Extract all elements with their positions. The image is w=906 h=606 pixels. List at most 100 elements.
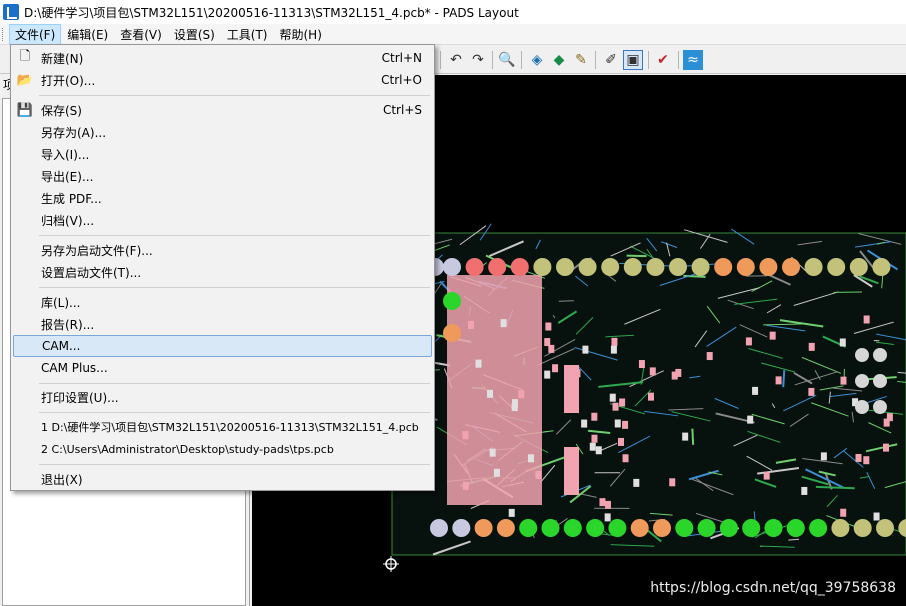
smd-pad [671, 371, 678, 380]
connector-pad [831, 519, 850, 537]
menu-item-generate-pdf[interactable]: 生成 PDF... [13, 187, 432, 209]
menu-item-new[interactable]: 🗋 新建(N) Ctrl+N [13, 47, 432, 69]
menu-item-recent-file-2[interactable]: 2 C:\Users\Administrator\Desktop\study-p… [13, 438, 432, 460]
menu-item-label: 打印设置(U)... [41, 390, 119, 405]
menu-separator [39, 464, 430, 465]
menu-item-report[interactable]: 报告(R)... [13, 313, 432, 335]
menu-setup[interactable]: 设置(S) [168, 24, 221, 45]
smd-pad [552, 364, 559, 373]
undo-icon[interactable]: ↶ [446, 50, 466, 70]
redo-icon[interactable]: ↷ [468, 50, 488, 70]
connector-pad [653, 519, 671, 537]
connector-pad [519, 519, 538, 537]
smd-pad [545, 322, 552, 331]
menu-item-import[interactable]: 导入(I)... [13, 143, 432, 165]
menu-separator [39, 235, 430, 236]
menu-item-open[interactable]: 📂 打开(O)... Ctrl+O [13, 69, 432, 91]
menu-item-shortcut: Ctrl+S [382, 103, 422, 117]
menu-item-label: 打开(O)... [41, 73, 96, 88]
open-folder-icon: 📂 [16, 72, 34, 88]
smd-pad [611, 337, 618, 346]
menu-item-label: 保存(S) [41, 103, 82, 118]
menubar-grip [2, 27, 5, 41]
menu-item-cam[interactable]: CAM... [13, 335, 432, 357]
connector-pad [465, 258, 484, 276]
menu-item-save-as-startup[interactable]: 另存为启动文件(F)... [13, 239, 432, 261]
connector-pad [586, 519, 605, 537]
menu-separator [39, 95, 430, 96]
menu-file[interactable]: 文件(F) [9, 23, 62, 45]
smd-pad [769, 331, 776, 340]
smd-pad [622, 420, 629, 429]
menu-item-label: 库(L)... [41, 295, 81, 310]
smd-pad [468, 320, 475, 329]
menu-item-library[interactable]: 库(L)... [13, 291, 432, 313]
menu-help[interactable]: 帮助(H) [274, 24, 328, 45]
pcb-trace [815, 485, 855, 490]
smd-pad [682, 432, 689, 441]
menu-item-export[interactable]: 导出(E)... [13, 165, 432, 187]
smd-pad [535, 470, 542, 479]
window-title: D:\硬件学习\项目包\STM32L151\20200516-11313\STM… [24, 5, 519, 20]
smd-pad [548, 344, 555, 353]
pcb-trace [691, 428, 695, 445]
menu-item-cam-plus[interactable]: CAM Plus... [13, 357, 432, 379]
smd-pad [544, 338, 551, 347]
smd-pad [840, 376, 847, 385]
smd-pad [527, 454, 534, 463]
select-icon[interactable]: ◈ [527, 50, 547, 70]
menu-edit[interactable]: 编辑(E) [61, 24, 114, 45]
via-pad [873, 374, 887, 388]
select-alt-icon[interactable]: ◆ [549, 50, 569, 70]
smd-pad [508, 508, 515, 517]
connector-pad [764, 519, 783, 537]
smd-pad [820, 452, 827, 461]
smd-pad [493, 468, 500, 477]
toolbar-separator [521, 51, 522, 69]
menu-item-save[interactable]: 💾 保存(S) Ctrl+S [13, 99, 432, 121]
menu-item-archive[interactable]: 归档(V)... [13, 209, 432, 231]
smd-pad [500, 319, 507, 328]
smd-pad [610, 345, 617, 354]
smd-pad [808, 342, 815, 351]
smd-pad [752, 386, 759, 395]
view-icon[interactable]: ▣ [623, 50, 643, 70]
smd-pad [619, 398, 626, 407]
smd-pad [591, 434, 598, 443]
connector-pad [669, 258, 687, 276]
smd-pad [589, 442, 596, 451]
toolbar-separator [648, 51, 649, 69]
connector-pad [827, 258, 846, 276]
smd-pad [808, 387, 815, 396]
menu-item-recent-file-1[interactable]: 1 D:\硬件学习\项目包\STM32L151\20200516-11313\S… [13, 416, 432, 438]
pcb-trace [782, 370, 786, 388]
menu-bar: 文件(F) 编辑(E) 查看(V) 设置(S) 工具(T) 帮助(H) [0, 23, 906, 45]
smd-pad [873, 512, 880, 521]
menu-item-set-startup[interactable]: 设置启动文件(T)... [13, 261, 432, 283]
connector-pad [630, 519, 649, 537]
menu-item-print-setup[interactable]: 打印设置(U)... [13, 386, 432, 408]
menu-item-label: 新建(N) [41, 51, 84, 66]
via-pad [873, 348, 887, 362]
connector-pad [714, 258, 733, 276]
menu-item-save-as[interactable]: 另存为(A)... [13, 121, 432, 143]
smd-pad [462, 431, 469, 440]
smd-pad [886, 413, 893, 422]
menu-item-exit[interactable]: 退出(X) [13, 468, 432, 490]
menu-tools[interactable]: 工具(T) [221, 24, 274, 45]
brush-icon[interactable]: ✎ [571, 50, 591, 70]
smd-pad [591, 412, 598, 421]
route-icon[interactable]: ≈ [683, 50, 703, 70]
smd-pad [599, 498, 606, 507]
connector-pad [782, 258, 800, 276]
connector-pad [510, 258, 529, 276]
smd-pad [840, 508, 847, 517]
menu-item-label: 生成 PDF... [41, 191, 102, 206]
edit-icon[interactable]: ✐ [601, 50, 621, 70]
menu-view[interactable]: 查看(V) [114, 24, 168, 45]
drc-icon[interactable]: ✔ [653, 50, 673, 70]
menu-item-label: 导入(I)... [41, 147, 90, 162]
smd-pad [475, 359, 482, 368]
connector-pad [541, 519, 560, 537]
zoom-icon[interactable]: 🔍 [497, 50, 517, 70]
